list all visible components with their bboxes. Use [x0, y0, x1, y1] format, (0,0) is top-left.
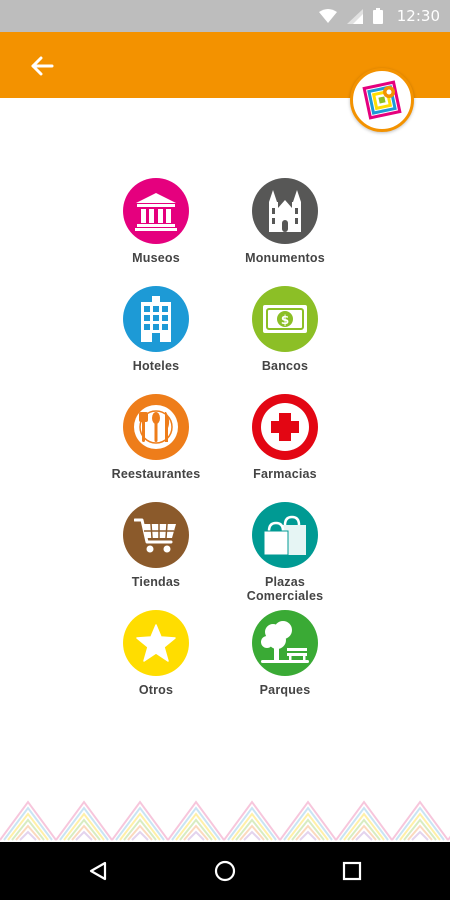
- category-circle: [252, 502, 318, 568]
- category-circle: [252, 610, 318, 676]
- status-bar: 12:30: [0, 0, 450, 32]
- category-label: Otros: [138, 683, 174, 697]
- category-label: Parques: [259, 683, 311, 697]
- decorative-pattern: [0, 796, 450, 842]
- category-circle: [123, 394, 189, 460]
- wifi-icon: [318, 9, 337, 23]
- cutlery-icon: [134, 405, 178, 449]
- category-label: Monumentos: [245, 251, 325, 265]
- category-circle: [123, 610, 189, 676]
- nav-home-button[interactable]: [210, 856, 240, 886]
- back-triangle-icon: [89, 861, 107, 881]
- category-circle: [123, 502, 189, 568]
- pharmacy-cross-icon: [261, 403, 309, 451]
- category-label: Reestaurantes: [111, 467, 201, 481]
- status-time: 12:30: [396, 7, 440, 25]
- category-reestaurantes[interactable]: Reestaurantes: [92, 394, 220, 502]
- category-hoteles[interactable]: Hoteles: [92, 286, 220, 394]
- home-circle-icon: [214, 860, 236, 882]
- category-circle: $: [252, 286, 318, 352]
- park-tree-icon: [261, 621, 309, 663]
- nav-recents-button[interactable]: [337, 856, 367, 886]
- category-circle: [123, 286, 189, 352]
- category-circle: [123, 178, 189, 244]
- category-circle: [252, 178, 318, 244]
- category-label: Hoteles: [132, 359, 180, 373]
- category-label: Plazas Comerciales: [247, 575, 324, 603]
- banknote-icon: $: [263, 305, 307, 333]
- category-museos[interactable]: Museos: [92, 178, 220, 286]
- status-icons: 12:30: [318, 0, 440, 32]
- category-bancos[interactable]: $ Bancos: [220, 286, 350, 394]
- hotel-icon: [141, 296, 171, 342]
- category-plazas-comerciales[interactable]: Plazas Comerciales: [220, 502, 350, 610]
- category-label: Museos: [132, 251, 180, 265]
- category-tiendas[interactable]: Tiendas: [92, 502, 220, 610]
- star-icon: [136, 624, 176, 662]
- category-label: Bancos: [261, 359, 309, 373]
- category-label-line: Plazas: [264, 575, 306, 589]
- category-monumentos[interactable]: Monumentos: [220, 178, 350, 286]
- cathedral-icon: [269, 190, 301, 232]
- nav-bar: [0, 842, 450, 900]
- svg-text:$: $: [281, 313, 289, 327]
- recents-square-icon: [342, 861, 362, 881]
- category-grid: Museos Monumentos Hoteles $ Bancos Reest…: [100, 178, 350, 718]
- signal-icon: [346, 8, 363, 24]
- nav-back-button[interactable]: [83, 856, 113, 886]
- app-logo-icon: [362, 80, 402, 120]
- arrow-left-icon: [31, 56, 54, 76]
- battery-icon: [372, 8, 383, 24]
- category-parques[interactable]: Parques: [220, 610, 350, 718]
- app-logo[interactable]: [350, 68, 414, 132]
- category-label-line: Comerciales: [246, 589, 324, 603]
- category-label: Tiendas: [131, 575, 181, 589]
- shopping-cart-icon: [134, 518, 176, 553]
- back-button[interactable]: [22, 46, 62, 86]
- shopping-bags-icon: [263, 515, 306, 556]
- category-label: Farmacias: [253, 467, 317, 481]
- category-farmacias[interactable]: Farmacias: [220, 394, 350, 502]
- category-circle: [252, 394, 318, 460]
- museum-icon: [135, 193, 177, 231]
- category-otros[interactable]: Otros: [92, 610, 220, 718]
